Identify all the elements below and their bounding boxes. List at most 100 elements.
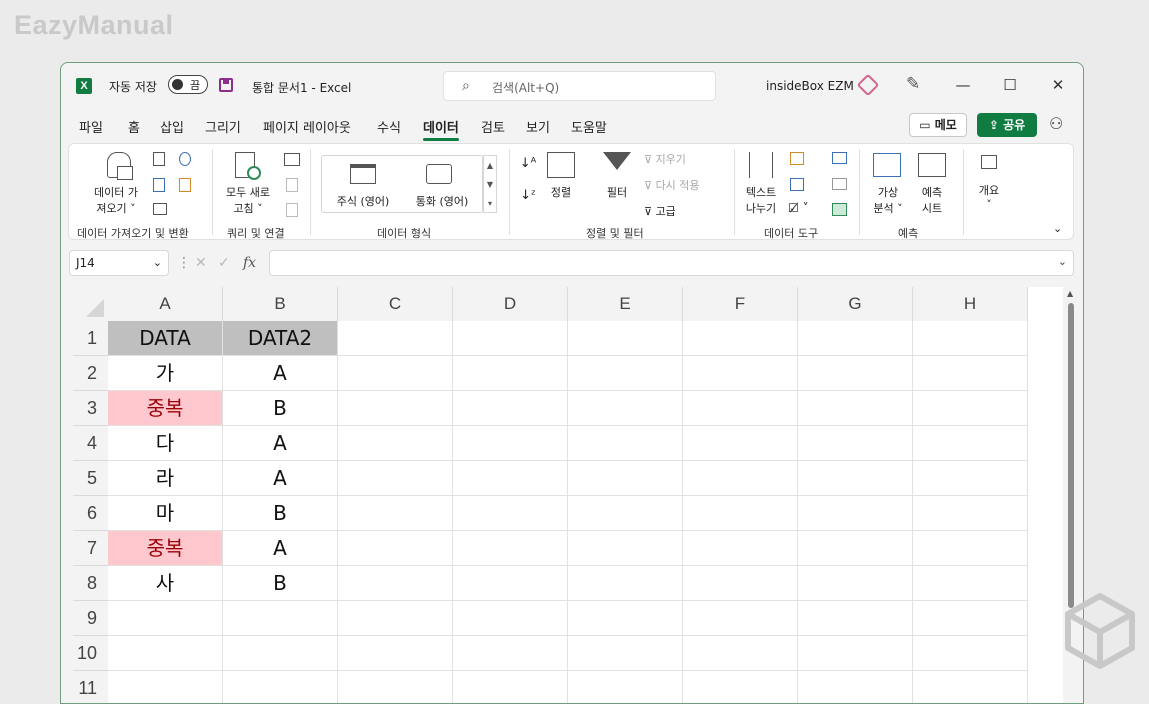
get-data-button[interactable]: 데이터 가 져오기 ˅ [89,184,143,216]
tab-help[interactable]: 도움말 [571,117,607,136]
cell-e11[interactable] [568,671,683,703]
cell-h4[interactable] [913,426,1028,461]
insert-function-icon[interactable]: fx [243,255,256,271]
search-box[interactable]: ⌕ 검색(Alt+Q) [443,71,716,101]
cell-c10[interactable] [338,636,453,671]
from-web-icon[interactable] [153,178,165,192]
cell-f9[interactable] [683,601,798,636]
cell-c6[interactable] [338,496,453,531]
cell-h2[interactable] [913,356,1028,391]
cell-h1[interactable] [913,321,1028,356]
row-header-3[interactable]: 3 [73,391,108,426]
sort-button[interactable]: 정렬 [545,184,577,200]
cell-d7[interactable] [453,531,568,566]
cell-b11[interactable] [223,671,338,703]
cell-h8[interactable] [913,566,1028,601]
cell-a3[interactable]: 중복 [108,391,223,426]
cell-b2[interactable]: A [223,356,338,391]
cell-a7[interactable]: 중복 [108,531,223,566]
cell-d2[interactable] [453,356,568,391]
cell-e8[interactable] [568,566,683,601]
cell-g5[interactable] [798,461,913,496]
row-header-5[interactable]: 5 [73,461,108,496]
column-header-a[interactable]: A [108,287,223,321]
column-header-c[interactable]: C [338,287,453,321]
cell-e9[interactable] [568,601,683,636]
tab-review[interactable]: 검토 [481,117,505,136]
cell-e5[interactable] [568,461,683,496]
column-header-b[interactable]: B [223,287,338,321]
cell-g10[interactable] [798,636,913,671]
cell-g2[interactable] [798,356,913,391]
cell-a5[interactable]: 라 [108,461,223,496]
cell-d4[interactable] [453,426,568,461]
cell-e1[interactable] [568,321,683,356]
data-model-icon[interactable] [832,203,847,216]
cell-e6[interactable] [568,496,683,531]
cell-d1[interactable] [453,321,568,356]
tab-page-layout[interactable]: 페이지 레이아웃 [263,117,351,136]
name-box[interactable]: J14 ⌄ [69,250,169,276]
outline-button[interactable]: 개요 ˅ [971,182,1007,211]
select-all-corner[interactable] [73,287,108,321]
sort-ascending-icon[interactable]: ↓ᴬ [519,156,537,171]
data-validation-icon[interactable]: ☑̸ ˅ [788,201,809,215]
row-header-8[interactable]: 8 [73,566,108,601]
cell-e3[interactable] [568,391,683,426]
cell-f7[interactable] [683,531,798,566]
tab-insert[interactable]: 삽입 [160,117,184,136]
cell-g8[interactable] [798,566,913,601]
cell-h10[interactable] [913,636,1028,671]
cell-c11[interactable] [338,671,453,703]
tab-data[interactable]: 데이터 [423,117,459,141]
maximize-button[interactable]: ☐ [998,73,1022,97]
cell-b9[interactable] [223,601,338,636]
close-button[interactable]: ✕ [1046,73,1070,97]
cell-a1[interactable]: DATA [108,321,223,356]
formula-input[interactable]: ⌄ [269,250,1074,276]
cell-g7[interactable] [798,531,913,566]
cell-d9[interactable] [453,601,568,636]
cell-c4[interactable] [338,426,453,461]
cell-b8[interactable]: B [223,566,338,601]
cell-b4[interactable]: A [223,426,338,461]
cell-a9[interactable] [108,601,223,636]
minimize-button[interactable]: — [951,73,975,97]
relationships-icon[interactable] [832,178,847,190]
cell-f8[interactable] [683,566,798,601]
cell-h6[interactable] [913,496,1028,531]
cell-c5[interactable] [338,461,453,496]
cell-e7[interactable] [568,531,683,566]
scroll-up-icon[interactable]: ▲ [1067,289,1073,298]
cell-b5[interactable]: A [223,461,338,496]
cell-h5[interactable] [913,461,1028,496]
tab-draw[interactable]: 그리기 [205,117,241,136]
pen-icon[interactable]: ✎ [906,74,920,94]
cell-f4[interactable] [683,426,798,461]
text-to-columns-button[interactable]: 텍스트 나누기 [739,184,783,216]
cell-c9[interactable] [338,601,453,636]
cell-a8[interactable]: 사 [108,566,223,601]
flash-fill-icon[interactable] [790,152,804,165]
cell-d11[interactable] [453,671,568,703]
tab-formulas[interactable]: 수식 [377,117,401,136]
row-header-11[interactable]: 11 [73,671,108,703]
person-icon[interactable]: ⚇ [1049,114,1063,133]
save-icon[interactable] [219,78,233,92]
column-header-d[interactable]: D [453,287,568,321]
queries-connections-icon[interactable] [284,153,300,166]
consolidate-icon[interactable] [832,152,847,164]
cell-a11[interactable] [108,671,223,703]
cell-e2[interactable] [568,356,683,391]
cell-h9[interactable] [913,601,1028,636]
cell-g3[interactable] [798,391,913,426]
cell-f3[interactable] [683,391,798,426]
filter-button[interactable]: 필터 [599,184,635,200]
cell-b7[interactable]: A [223,531,338,566]
autosave-toggle[interactable]: 끔 [168,75,208,94]
account-name[interactable]: insideBox EZM [766,79,854,93]
cell-b1[interactable]: DATA2 [223,321,338,356]
cell-f2[interactable] [683,356,798,391]
sort-descending-icon[interactable]: ↓ᶻ [519,188,537,203]
from-table-icon[interactable] [153,203,167,215]
